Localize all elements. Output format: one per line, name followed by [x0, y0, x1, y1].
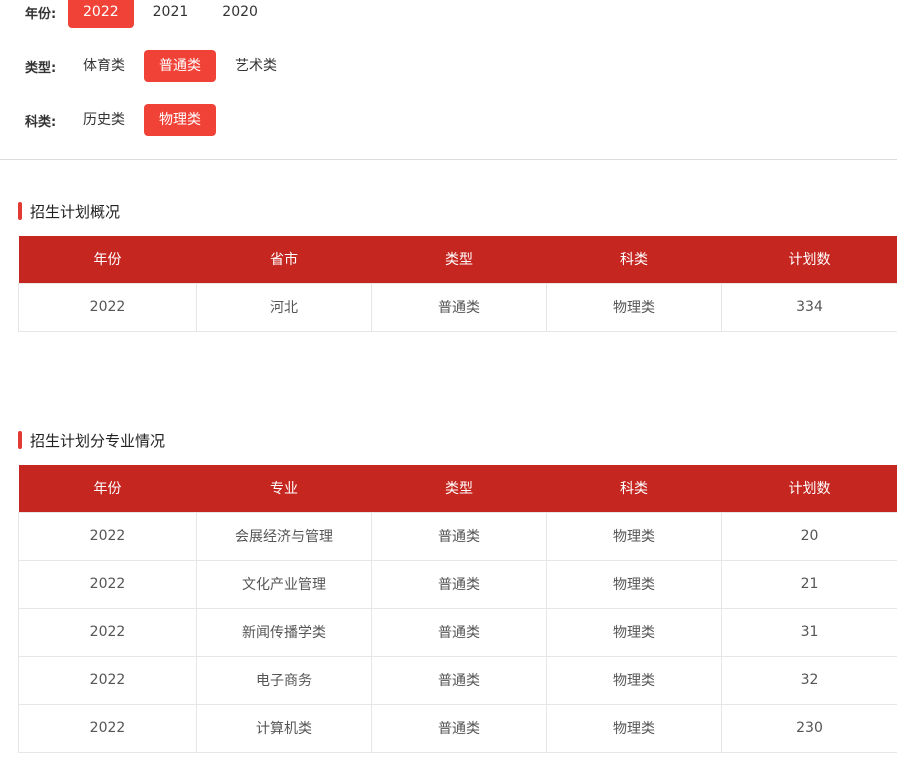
overview-section-title: 招生计划概况 [18, 202, 121, 221]
subject-option-physics[interactable]: 物理类 [144, 104, 216, 136]
header-year: 年份 [18, 236, 197, 283]
type-filter-row: 类型: 体育类 普通类 艺术类 [25, 49, 296, 83]
cell-major: 文化产业管理 [196, 559, 372, 609]
cell-major: 电子商务 [196, 655, 372, 705]
cell-plan-count: 230 [721, 703, 897, 753]
table-row: 2022 电子商务 普通类 物理类 32 [18, 655, 897, 705]
cell-year: 2022 [18, 559, 197, 609]
cell-subject: 物理类 [546, 282, 722, 332]
header-province: 省市 [196, 236, 372, 283]
majors-section-title: 招生计划分专业情况 [18, 431, 166, 450]
table-row: 2022 文化产业管理 普通类 物理类 21 [18, 559, 897, 609]
type-option-sports[interactable]: 体育类 [68, 50, 140, 82]
cell-year: 2022 [18, 282, 197, 332]
majors-title-text: 招生计划分专业情况 [30, 431, 166, 450]
cell-type: 普通类 [371, 559, 547, 609]
cell-year: 2022 [18, 607, 197, 657]
header-subject: 科类 [546, 465, 722, 512]
header-plan-count: 计划数 [721, 236, 897, 283]
table-row: 2022 新闻传播学类 普通类 物理类 31 [18, 607, 897, 657]
cell-subject: 物理类 [546, 655, 722, 705]
cell-year: 2022 [18, 655, 197, 705]
cell-subject: 物理类 [546, 703, 722, 753]
cell-plan-count: 20 [721, 511, 897, 561]
header-plan-count: 计划数 [721, 465, 897, 512]
cell-subject: 物理类 [546, 559, 722, 609]
year-option-2020[interactable]: 2020 [207, 0, 273, 28]
cell-type: 普通类 [371, 703, 547, 753]
cell-province: 河北 [196, 282, 372, 332]
header-subject: 科类 [546, 236, 722, 283]
cell-major: 会展经济与管理 [196, 511, 372, 561]
header-major: 专业 [196, 465, 372, 512]
cell-major: 新闻传播学类 [196, 607, 372, 657]
cell-type: 普通类 [371, 511, 547, 561]
year-option-2022[interactable]: 2022 [68, 0, 134, 28]
type-option-regular[interactable]: 普通类 [144, 50, 216, 82]
subject-filter-label: 科类: [25, 114, 57, 130]
title-accent-bar [18, 431, 22, 449]
header-type: 类型 [371, 465, 547, 512]
table-header-row: 年份 省市 类型 科类 计划数 [18, 236, 897, 283]
cell-major: 计算机类 [196, 703, 372, 753]
type-option-art[interactable]: 艺术类 [220, 50, 292, 82]
cell-plan-count: 31 [721, 607, 897, 657]
cell-plan-count: 21 [721, 559, 897, 609]
cell-year: 2022 [18, 511, 197, 561]
type-filter-label: 类型: [25, 60, 57, 76]
cell-year: 2022 [18, 703, 197, 753]
title-accent-bar [18, 202, 22, 220]
table-row: 2022 计算机类 普通类 物理类 230 [18, 703, 897, 753]
cell-subject: 物理类 [546, 511, 722, 561]
cell-type: 普通类 [371, 282, 547, 332]
header-year: 年份 [18, 465, 197, 512]
year-filter-row: 年份: 2022 2021 2020 [25, 0, 277, 29]
cell-plan-count: 334 [721, 282, 897, 332]
subject-option-history[interactable]: 历史类 [68, 104, 140, 136]
overview-title-text: 招生计划概况 [30, 202, 121, 221]
year-option-2021[interactable]: 2021 [138, 0, 204, 28]
majors-table: 年份 专业 类型 科类 计划数 2022 会展经济与管理 普通类 物理类 20 … [18, 465, 897, 753]
cell-type: 普通类 [371, 655, 547, 705]
cell-subject: 物理类 [546, 607, 722, 657]
table-row: 2022 会展经济与管理 普通类 物理类 20 [18, 511, 897, 561]
filter-panel: 年份: 2022 2021 2020 类型: 体育类 普通类 艺术类 科类: 历… [0, 0, 897, 160]
table-row: 2022 河北 普通类 物理类 334 [18, 282, 897, 332]
subject-filter-row: 科类: 历史类 物理类 [25, 103, 220, 137]
cell-plan-count: 32 [721, 655, 897, 705]
header-type: 类型 [371, 236, 547, 283]
table-header-row: 年份 专业 类型 科类 计划数 [18, 465, 897, 512]
overview-table: 年份 省市 类型 科类 计划数 2022 河北 普通类 物理类 334 [18, 236, 897, 332]
cell-type: 普通类 [371, 607, 547, 657]
year-filter-label: 年份: [25, 6, 57, 22]
